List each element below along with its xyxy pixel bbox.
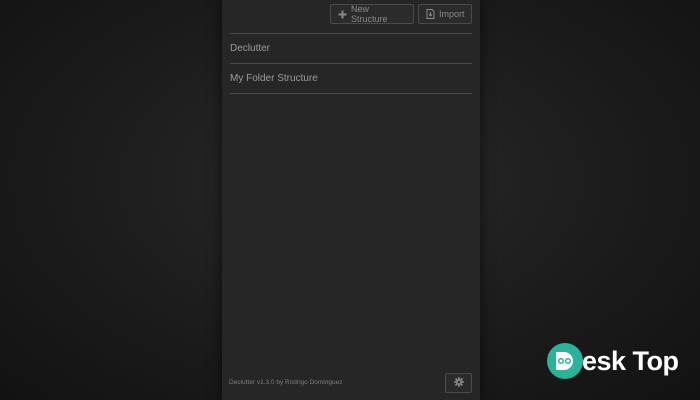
gear-icon bbox=[453, 374, 464, 392]
desktop-logo-icon bbox=[547, 343, 583, 379]
settings-button[interactable] bbox=[445, 373, 472, 393]
structure-list: Declutter My Folder Structure bbox=[230, 33, 472, 94]
list-item[interactable]: Declutter bbox=[230, 34, 472, 64]
import-file-icon bbox=[426, 9, 435, 19]
declutter-app-panel: New Structure Import Declutter My Folder… bbox=[222, 0, 480, 400]
list-item[interactable]: My Folder Structure bbox=[230, 64, 472, 94]
new-structure-label: New Structure bbox=[351, 4, 388, 24]
structure-name: Declutter bbox=[230, 43, 271, 54]
plus-icon bbox=[338, 10, 347, 19]
structure-name: My Folder Structure bbox=[230, 73, 318, 84]
version-credit: Declutter v1.3.0 by Rodrigo Dominguez bbox=[229, 379, 343, 386]
new-structure-button[interactable]: New Structure bbox=[330, 4, 414, 24]
import-label: Import bbox=[439, 9, 465, 19]
desktop-watermark: esk Top bbox=[545, 341, 679, 381]
import-button[interactable]: Import bbox=[418, 4, 472, 24]
toolbar: New Structure Import bbox=[330, 4, 472, 24]
watermark-text: esk Top bbox=[582, 346, 679, 376]
